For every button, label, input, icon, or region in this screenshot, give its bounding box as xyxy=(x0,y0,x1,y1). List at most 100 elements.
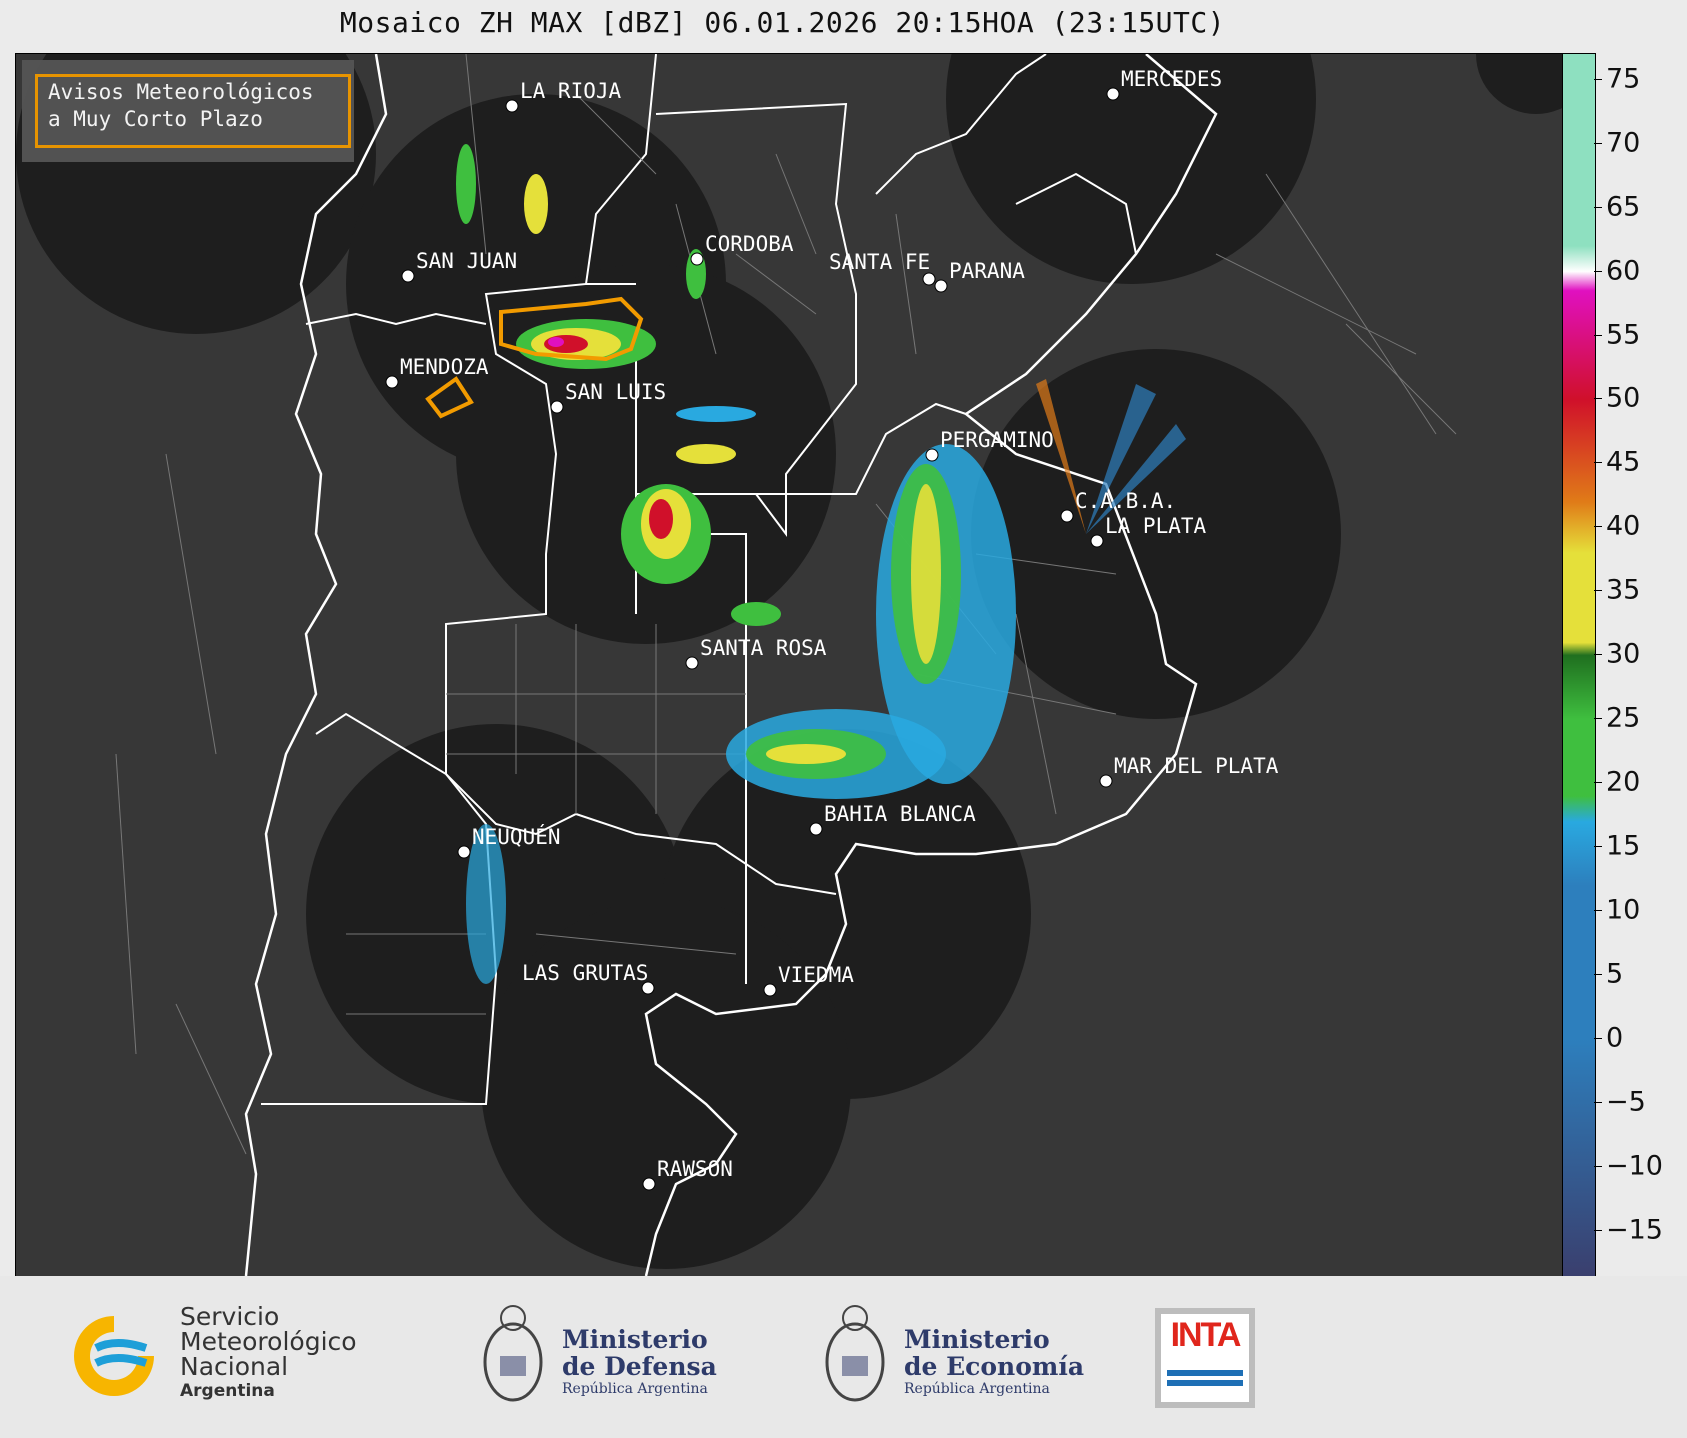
colorbar-tick-mark xyxy=(1594,846,1602,848)
city-label: SANTA FE xyxy=(829,250,930,274)
city-label: C.A.B.A. xyxy=(1075,489,1176,513)
colorbar-tick-label: −10 xyxy=(1606,1150,1663,1182)
colorbar-tick-label: 5 xyxy=(1606,958,1624,990)
city-marker xyxy=(1060,509,1074,523)
inta-label: INTA xyxy=(1170,1316,1242,1354)
city-label: RAWSON xyxy=(657,1157,733,1181)
defensa-line1: Ministerio xyxy=(562,1325,708,1354)
city-marker xyxy=(925,448,939,462)
city-label: PARANA xyxy=(949,259,1025,283)
city-marker xyxy=(1099,774,1113,788)
colorbar-tick-label: 40 xyxy=(1606,510,1641,542)
coat-of-arms-economia-icon xyxy=(825,1305,885,1402)
defensa-name: Ministerio de Defensa República Argentin… xyxy=(562,1326,717,1398)
colorbar-tick-label: −5 xyxy=(1606,1086,1646,1118)
colorbar-tick-mark xyxy=(1594,654,1602,656)
radar-coverage-corner xyxy=(1476,54,1563,114)
colorbar-tick-mark xyxy=(1594,974,1602,976)
economia-line3: República Argentina xyxy=(904,1381,1050,1397)
colorbar-tick-mark xyxy=(1594,78,1602,80)
smn-line3: Nacional xyxy=(180,1352,289,1381)
colorbar-tick-mark xyxy=(1594,1230,1602,1232)
city-label: NEUQUÉN xyxy=(472,824,561,849)
footer: Servicio Meteorológico Nacional Argentin… xyxy=(0,1276,1687,1438)
colorbar-tick-mark xyxy=(1594,1038,1602,1040)
city-marker xyxy=(690,252,704,266)
colorbar-tick-label: 60 xyxy=(1606,255,1641,287)
city-label: LAS GRUTAS xyxy=(522,961,648,985)
colorbar-tick-label: 50 xyxy=(1606,382,1641,414)
city-label: SANTA ROSA xyxy=(700,636,827,660)
colorbar-tick-label: 35 xyxy=(1606,574,1641,606)
warning-legend: Avisos Meteorológicos a Muy Corto Plazo xyxy=(22,60,354,162)
colorbar-tick-label: 15 xyxy=(1606,830,1641,862)
colorbar-tick-label: 10 xyxy=(1606,894,1641,926)
city-label: MERCEDES xyxy=(1121,67,1222,91)
colorbar-tick-mark xyxy=(1594,270,1602,272)
colorbar-tick-label: 70 xyxy=(1606,127,1641,159)
city-label: LA PLATA xyxy=(1105,514,1207,538)
colorbar-tick-mark xyxy=(1594,142,1602,144)
radar-map[interactable]: LA RIOJA MERCEDES SAN JUAN CORDOBA SANTA FE P… xyxy=(15,53,1564,1277)
colorbar-tick-mark xyxy=(1594,206,1602,208)
colorbar-tick-mark xyxy=(1594,910,1602,912)
city-marker xyxy=(685,656,699,670)
city-label: PERGAMINO xyxy=(940,428,1054,452)
warning-legend-line1: Avisos Meteorológicos xyxy=(48,80,314,104)
city-marker xyxy=(809,822,823,836)
city-marker xyxy=(763,983,777,997)
city-label: MAR DEL PLATA xyxy=(1114,754,1279,778)
colorbar xyxy=(1562,53,1596,1277)
city-marker xyxy=(550,400,564,414)
warning-legend-line2: a Muy Corto Plazo xyxy=(48,107,263,131)
city-label: CORDOBA xyxy=(705,232,794,256)
city-label: LA RIOJA xyxy=(520,79,622,103)
smn-line4: Argentina xyxy=(180,1381,275,1401)
city-label: MENDOZA xyxy=(400,355,489,379)
city-marker xyxy=(385,375,399,389)
city-marker xyxy=(1106,87,1120,101)
defensa-line2: de Defensa xyxy=(562,1352,717,1381)
colorbar-tick-mark xyxy=(1594,398,1602,400)
city-label: VIEDMA xyxy=(778,963,854,987)
colorbar-tick-label: −15 xyxy=(1606,1214,1663,1246)
colorbar-tick-label: 45 xyxy=(1606,446,1641,478)
smn-line1: Servicio xyxy=(180,1302,280,1331)
radar-coverage-san-luis xyxy=(456,264,836,644)
radar-coverage-viedma xyxy=(481,899,851,1269)
city-label: SAN LUIS xyxy=(565,380,666,404)
colorbar-tick-label: 20 xyxy=(1606,766,1641,798)
economia-name: Ministerio de Economía República Argenti… xyxy=(904,1326,1084,1398)
colorbar-tick-label: 65 xyxy=(1606,191,1641,223)
colorbar-tick-mark xyxy=(1594,782,1602,784)
colorbar-tick-label: 55 xyxy=(1606,319,1641,350)
colorbar-tick-label: 30 xyxy=(1606,638,1641,670)
inta-logo: INTA xyxy=(1155,1308,1255,1408)
economia-line1: Ministerio xyxy=(904,1325,1050,1354)
smn-logo-icon xyxy=(74,1316,154,1396)
coat-of-arms-defensa-icon xyxy=(483,1305,543,1402)
map-title: Mosaico ZH MAX [dBZ] 06.01.2026 20:15HOA… xyxy=(339,6,1226,39)
colorbar-tick-mark xyxy=(1594,590,1602,592)
colorbar-tick-label: 0 xyxy=(1606,1022,1624,1054)
smn-line2: Meteorológico xyxy=(180,1327,357,1356)
city-marker xyxy=(642,1177,656,1191)
radar-map-canvas: LA RIOJA MERCEDES SAN JUAN CORDOBA SANTA FE P… xyxy=(16,54,1563,1276)
city-marker xyxy=(934,279,948,293)
economia-line2: de Economía xyxy=(904,1352,1085,1381)
city-label: SAN JUAN xyxy=(416,249,517,273)
colorbar-tick-mark xyxy=(1594,1102,1602,1104)
colorbar-tick-mark xyxy=(1594,526,1602,528)
colorbar-tick-mark xyxy=(1594,462,1602,464)
colorbar-tick-label: 75 xyxy=(1606,63,1641,95)
colorbar-tick-mark xyxy=(1594,1166,1602,1168)
city-marker xyxy=(922,272,936,286)
warning-legend-frame: Avisos Meteorológicos a Muy Corto Plazo xyxy=(35,74,351,148)
city-marker xyxy=(505,99,519,113)
city-label: BAHIA BLANCA xyxy=(824,802,976,826)
defensa-line3: República Argentina xyxy=(562,1381,708,1397)
colorbar-tick-mark xyxy=(1594,718,1602,720)
city-marker xyxy=(457,845,471,859)
colorbar-tick-mark xyxy=(1594,334,1602,336)
city-marker xyxy=(401,269,415,283)
